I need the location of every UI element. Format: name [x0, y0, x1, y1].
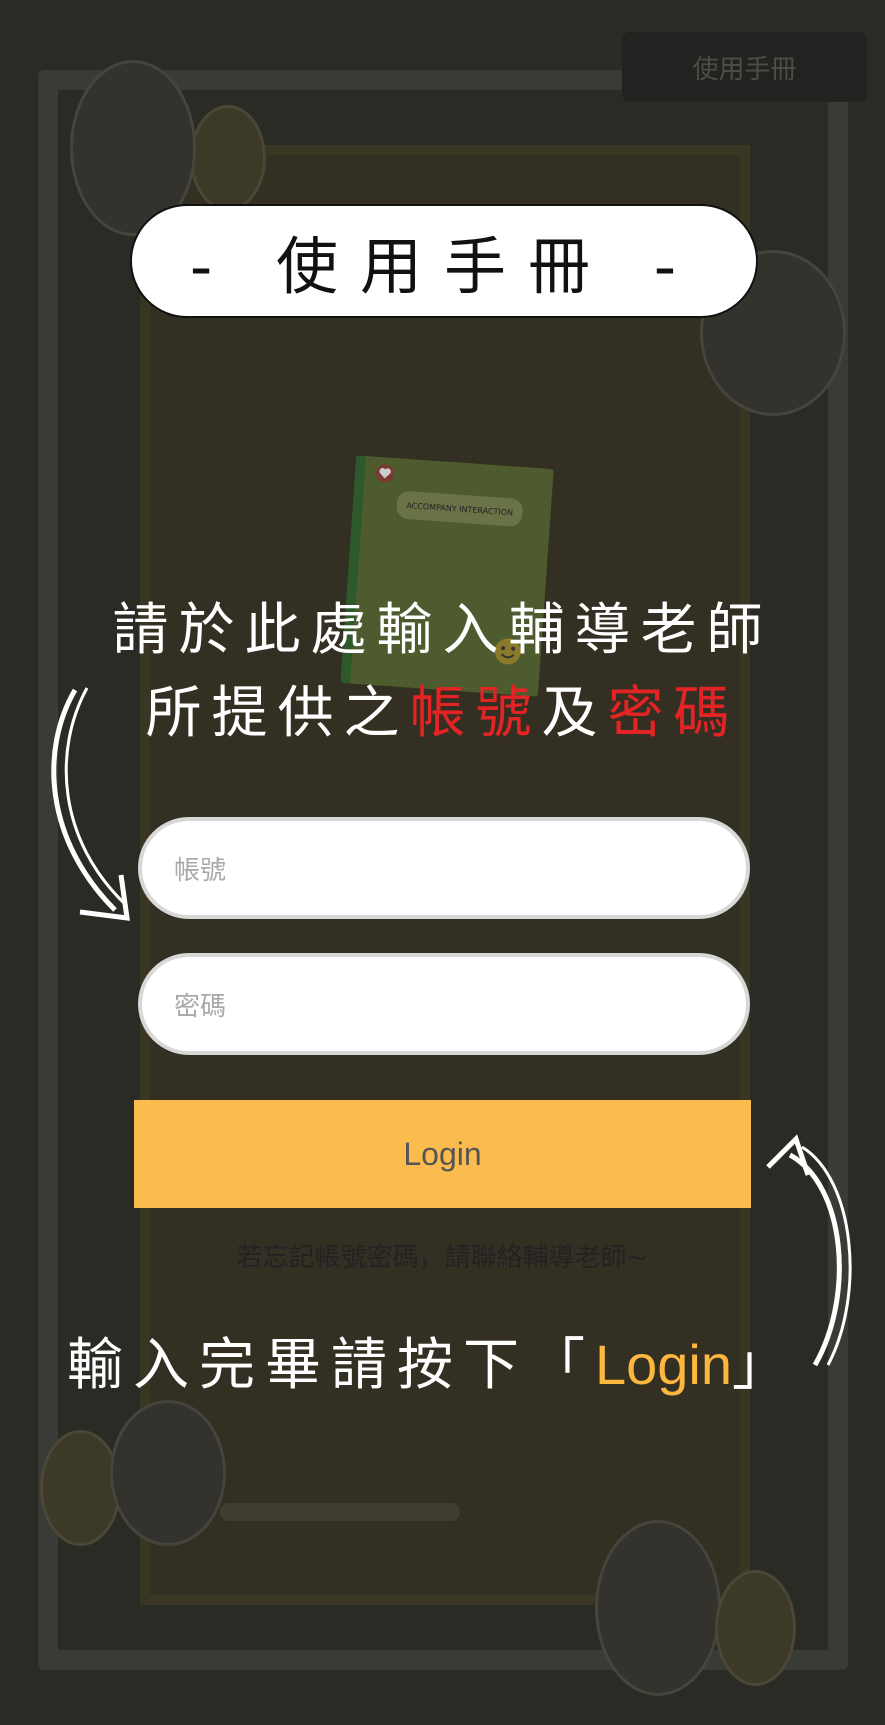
instruction-line-1: 請於此處輸入輔導老師 — [112, 598, 773, 663]
instruction-password-highlight: 密碼 — [607, 681, 740, 746]
balloon-decoration — [110, 1400, 226, 1546]
instruction-bottom-prefix: 輸入完畢請按下「 — [66, 1333, 595, 1398]
user-manual-button[interactable]: 使用手冊 — [622, 32, 867, 102]
tutorial-title: - 使用手冊 - — [130, 204, 758, 318]
instruction-bottom-suffix: 」 — [732, 1333, 799, 1398]
balloon-decoration — [595, 1520, 721, 1696]
instruction-bottom: 輸入完畢請按下「Login」 — [30, 1320, 835, 1401]
account-placeholder: 帳號 — [174, 855, 227, 886]
instruction-account-highlight: 帳號 — [409, 681, 542, 746]
heart-icon — [376, 464, 395, 483]
login-button[interactable]: Login — [134, 1100, 751, 1208]
background-stripe — [220, 1503, 460, 1521]
password-input[interactable]: 密碼 — [138, 953, 750, 1055]
instruction-prefix: 所提供之 — [145, 681, 410, 746]
forgot-password-note: 若忘記帳號密碼，請聯絡輔導老師~ — [236, 1243, 649, 1273]
balloon-decoration — [715, 1570, 796, 1686]
instruction-bottom-login: Login — [594, 1333, 733, 1396]
instruction-and: 及 — [541, 681, 608, 746]
arrow-to-fields-icon — [51, 687, 130, 921]
password-placeholder: 密碼 — [174, 991, 227, 1022]
book-title: ACCOMPANY INTERACTION — [395, 490, 524, 528]
instruction-line-2: 所提供之帳號及密碼 — [40, 668, 845, 749]
account-input[interactable]: 帳號 — [138, 817, 750, 919]
balloon-decoration — [190, 105, 266, 211]
balloon-decoration — [40, 1430, 121, 1546]
